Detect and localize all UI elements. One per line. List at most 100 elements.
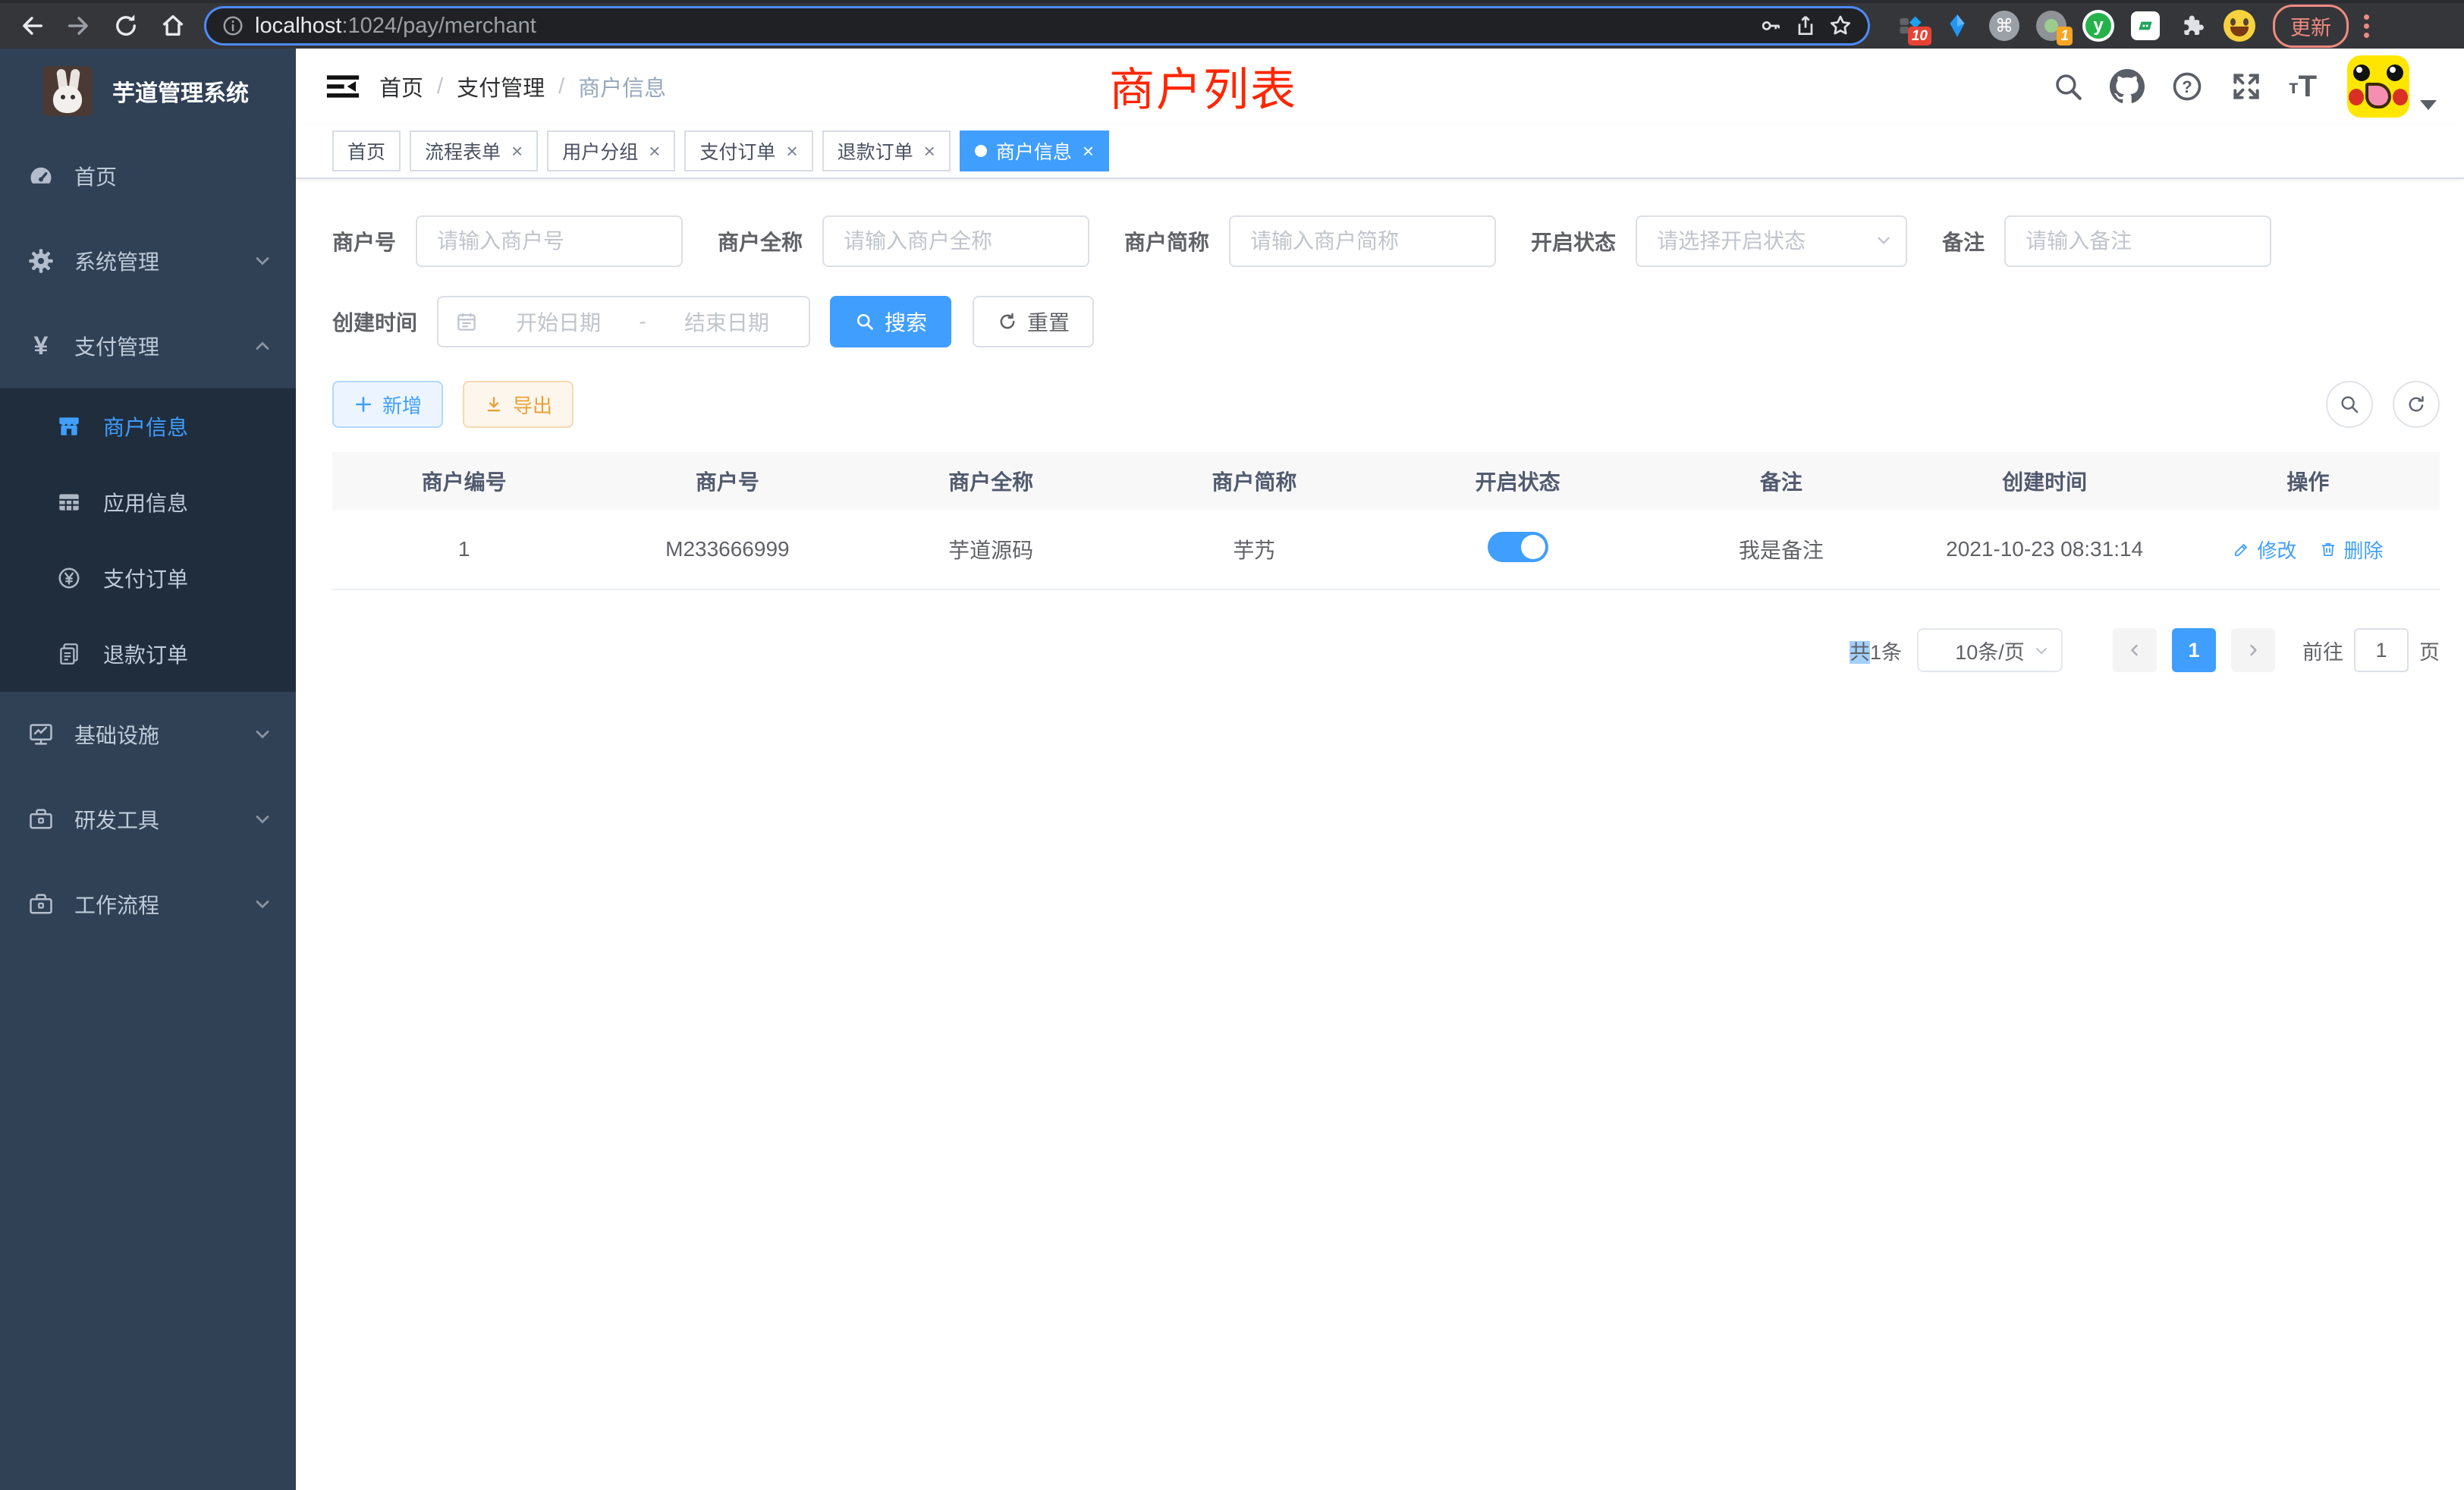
extension-chat-icon[interactable] (2129, 9, 2162, 42)
status-select[interactable] (1636, 215, 1907, 267)
dashboard-icon (27, 162, 55, 190)
sidebar-item-app-info[interactable]: 应用信息 (0, 464, 296, 540)
browser-reload-button[interactable] (105, 6, 147, 46)
github-icon[interactable] (2110, 69, 2145, 104)
share-icon[interactable] (1793, 14, 1818, 38)
chevron-down-icon (252, 250, 273, 272)
filter-form-row-2: 创建时间 开始日期 - 结束日期 搜索 重置 (332, 296, 2440, 347)
breadcrumb-current: 商户信息 (578, 71, 666, 102)
chevron-down-icon (252, 809, 273, 830)
tab-user-group[interactable]: 用户分组× (547, 130, 675, 171)
browser-toolbar: localhost:1024/pay/merchant 10 ⌘ 1 y 更新 (0, 0, 2464, 49)
browser-menu-icon[interactable] (2364, 14, 2369, 38)
create-time-label: 创建时间 (332, 306, 417, 337)
app-logo[interactable]: 芋道管理系统 (0, 49, 296, 134)
browser-back-button[interactable] (11, 6, 53, 46)
merchant-no-input[interactable] (416, 215, 683, 267)
col-short-name: 商户简称 (1123, 466, 1386, 496)
browser-update-button[interactable]: 更新 (2273, 5, 2349, 48)
sidebar-item-pay-orders[interactable]: 支付订单 (0, 540, 296, 616)
sidebar-item-label: 应用信息 (103, 487, 188, 517)
page-number-button[interactable]: 1 (2172, 628, 2216, 672)
tab-merchant-info[interactable]: 商户信息× (960, 130, 1109, 171)
bookmark-star-icon[interactable] (1828, 14, 1853, 38)
reload-icon (112, 12, 140, 39)
user-avatar[interactable] (2347, 55, 2437, 118)
app-title: 芋道管理系统 (112, 74, 249, 108)
status-toggle[interactable] (1488, 532, 1548, 562)
sidebar-item-refund-orders[interactable]: 退款订单 (0, 616, 296, 692)
page-size-select[interactable]: 10条/页 (1917, 628, 2063, 672)
next-page-button[interactable] (2231, 628, 2275, 672)
extension-command-icon[interactable]: ⌘ (1988, 9, 2021, 42)
goto-label: 前往 (2302, 636, 2343, 665)
sidebar-item-merchant-info[interactable]: 商户信息 (0, 388, 296, 464)
remark-input[interactable] (2004, 215, 2271, 267)
breadcrumb: 首页 / 支付管理 / 商户信息 (379, 71, 666, 102)
sidebar-item-infrastructure[interactable]: 基础设施 (0, 692, 296, 777)
sidebar-item-label: 退款订单 (103, 639, 188, 669)
browser-profile-avatar[interactable] (2223, 9, 2256, 42)
goto-suffix: 页 (2419, 636, 2440, 665)
browser-home-button[interactable] (152, 6, 194, 46)
short-name-input[interactable] (1229, 215, 1496, 267)
sidebar-item-dev-tools[interactable]: 研发工具 (0, 777, 296, 862)
sidebar-item-home[interactable]: 首页 (0, 134, 296, 218)
chevron-left-icon (2126, 641, 2144, 659)
extension-icon-2[interactable]: 1 (2035, 9, 2068, 42)
fullscreen-icon[interactable] (2230, 70, 2263, 103)
tab-refund-orders[interactable]: 退款订单× (822, 130, 951, 171)
close-icon[interactable]: × (649, 140, 660, 163)
close-icon[interactable]: × (924, 140, 935, 163)
extension-pin-icon[interactable] (1941, 9, 1974, 42)
sidebar-item-workflow[interactable]: 工作流程 (0, 862, 296, 947)
gear-icon (27, 247, 55, 275)
sidebar-item-label: 支付订单 (103, 563, 188, 593)
delete-button[interactable]: 删除 (2319, 536, 2383, 564)
reset-button[interactable]: 重置 (973, 296, 1094, 347)
col-merchant-no: 商户号 (596, 466, 859, 496)
add-button[interactable]: 新增 (332, 381, 443, 428)
password-key-icon[interactable] (1758, 14, 1783, 38)
site-info-icon[interactable] (222, 14, 244, 37)
close-icon[interactable]: × (511, 140, 523, 163)
chevron-up-icon (252, 335, 273, 357)
edit-button[interactable]: 修改 (2233, 536, 2296, 564)
breadcrumb-home[interactable]: 首页 (379, 71, 423, 102)
end-date-placeholder: 结束日期 (662, 306, 792, 337)
breadcrumb-section[interactable]: 支付管理 (457, 71, 545, 102)
cell-remark: 我是备注 (1649, 534, 1912, 564)
full-name-input[interactable] (822, 215, 1089, 267)
tab-process-form[interactable]: 流程表单× (410, 130, 538, 171)
font-size-icon[interactable]: тT (2289, 70, 2317, 104)
browser-forward-button[interactable] (58, 6, 100, 46)
top-navbar: 首页 / 支付管理 / 商户信息 商户列表 ? тT (296, 49, 2464, 124)
sidebar-item-payment[interactable]: ¥ 支付管理 (0, 303, 296, 388)
goto-page-input[interactable] (2354, 628, 2409, 672)
close-icon[interactable]: × (1083, 140, 1094, 163)
header-search-icon[interactable] (2052, 71, 2084, 102)
sidebar-item-system[interactable]: 系统管理 (0, 218, 296, 303)
show-search-toggle-button[interactable] (2326, 381, 2373, 428)
sidebar-item-label: 研发工具 (74, 804, 232, 835)
extension-icon-1[interactable]: 10 (1894, 9, 1927, 42)
create-time-range-input[interactable]: 开始日期 - 结束日期 (437, 296, 810, 347)
edit-icon (2233, 540, 2251, 558)
table-header-row: 商户编号 商户号 商户全称 商户简称 开启状态 备注 创建时间 操作 (332, 452, 2440, 510)
extensions-puzzle-icon[interactable] (2176, 9, 2209, 42)
help-icon[interactable]: ? (2170, 70, 2204, 103)
search-button[interactable]: 搜索 (830, 296, 951, 347)
payment-submenu: 商户信息 应用信息 支付订单 退款订单 (0, 388, 296, 692)
cell-merchant-id: 1 (332, 537, 596, 561)
tab-pay-orders[interactable]: 支付订单× (684, 130, 812, 171)
tab-home[interactable]: 首页 (332, 130, 401, 171)
prev-page-button[interactable] (2113, 628, 2157, 672)
extension-y-icon[interactable]: y (2082, 9, 2115, 42)
calendar-icon (455, 310, 478, 333)
address-bar[interactable]: localhost:1024/pay/merchant (206, 8, 1868, 43)
extensions-strip: 10 ⌘ 1 y (1894, 9, 2256, 42)
close-icon[interactable]: × (786, 140, 797, 163)
export-button[interactable]: 导出 (463, 381, 574, 428)
sidebar-collapse-icon[interactable] (319, 62, 367, 111)
refresh-table-button[interactable] (2393, 381, 2440, 428)
